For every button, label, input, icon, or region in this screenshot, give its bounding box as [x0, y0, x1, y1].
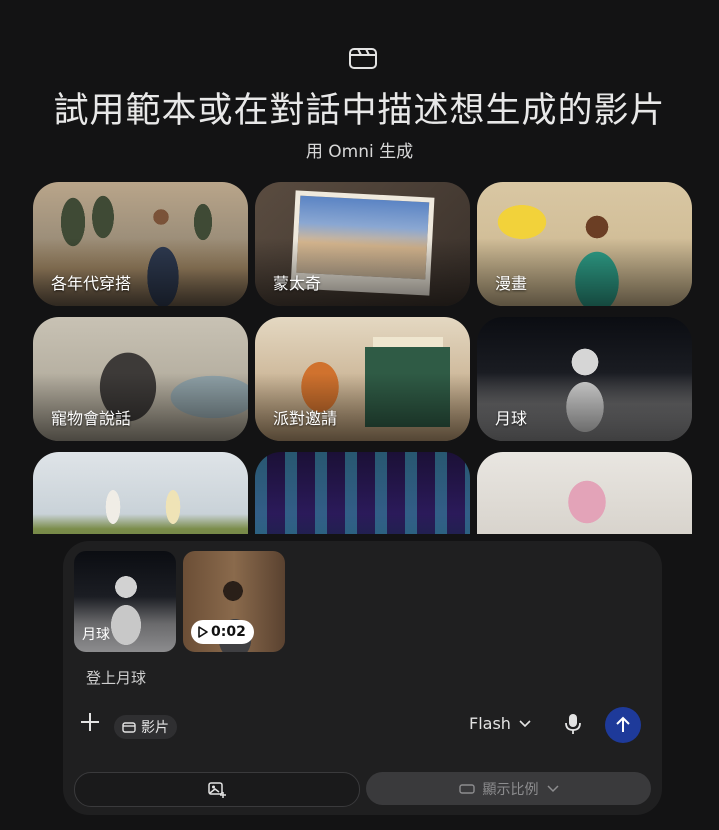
- template-card-montage[interactable]: 蒙太奇: [255, 182, 470, 306]
- template-card-pixel-game[interactable]: [255, 452, 470, 534]
- template-card-talking-pet[interactable]: 寵物會說話: [33, 317, 248, 441]
- template-card-comic[interactable]: 漫畫: [477, 182, 692, 306]
- video-duration-badge: 0:02: [191, 620, 254, 644]
- prompt-input[interactable]: 登上月球: [86, 667, 146, 688]
- template-card-decades-outfits[interactable]: 各年代穿搭: [33, 182, 248, 306]
- play-icon: [198, 626, 208, 638]
- add-image-button[interactable]: [74, 772, 360, 807]
- clapperboard-icon: [349, 48, 377, 69]
- page-subtitle: 用 Omni 生成: [305, 142, 414, 162]
- mode-chip-label: 影片: [141, 720, 169, 736]
- template-card-party-invite[interactable]: 派對邀請: [255, 317, 470, 441]
- template-grid: 各年代穿搭 蒙太奇 漫畫 寵物會說話 派對邀請 月球: [33, 182, 693, 534]
- page-title: 試用範本或在對話中描述想生成的影片: [53, 91, 666, 131]
- template-label: 派對邀請: [273, 409, 338, 428]
- template-card-dancing[interactable]: [33, 452, 248, 534]
- attachment-video-thumbnail[interactable]: 0:02: [183, 551, 285, 652]
- aspect-ratio-button[interactable]: 顯示比例: [366, 772, 651, 805]
- clapperboard-icon: [122, 722, 136, 733]
- two-people-image: [33, 452, 248, 534]
- template-label: 蒙太奇: [273, 274, 322, 293]
- microphone-icon[interactable]: [563, 712, 583, 736]
- attachment-image-thumbnail[interactable]: 月球: [74, 551, 176, 652]
- arrow-up-icon: [616, 716, 630, 732]
- model-name: Flash: [469, 714, 511, 733]
- template-label: 寵物會說話: [51, 409, 132, 428]
- image-add-icon: [208, 781, 226, 798]
- template-label: 各年代穿搭: [51, 274, 132, 293]
- video-mode-chip[interactable]: 影片: [114, 715, 177, 739]
- send-button[interactable]: [605, 707, 641, 743]
- video-duration: 0:02: [211, 624, 246, 640]
- chevron-down-icon: [519, 719, 531, 727]
- person-coffee-image: [477, 452, 692, 534]
- pixel-city-image: [255, 452, 470, 534]
- model-selector[interactable]: Flash: [469, 714, 531, 733]
- aspect-ratio-label: 顯示比例: [482, 781, 539, 798]
- template-card-coffee[interactable]: [477, 452, 692, 534]
- attachment-label: 月球: [82, 627, 110, 643]
- add-icon[interactable]: [79, 711, 101, 733]
- template-label: 月球: [495, 409, 528, 428]
- template-card-moon[interactable]: 月球: [477, 317, 692, 441]
- chevron-down-icon: [546, 784, 559, 792]
- prompt-composer: 月球 0:02 登上月球 影片 Flash 顯示比例: [63, 541, 662, 815]
- aspect-ratio-icon: [458, 783, 475, 794]
- template-label: 漫畫: [495, 274, 528, 293]
